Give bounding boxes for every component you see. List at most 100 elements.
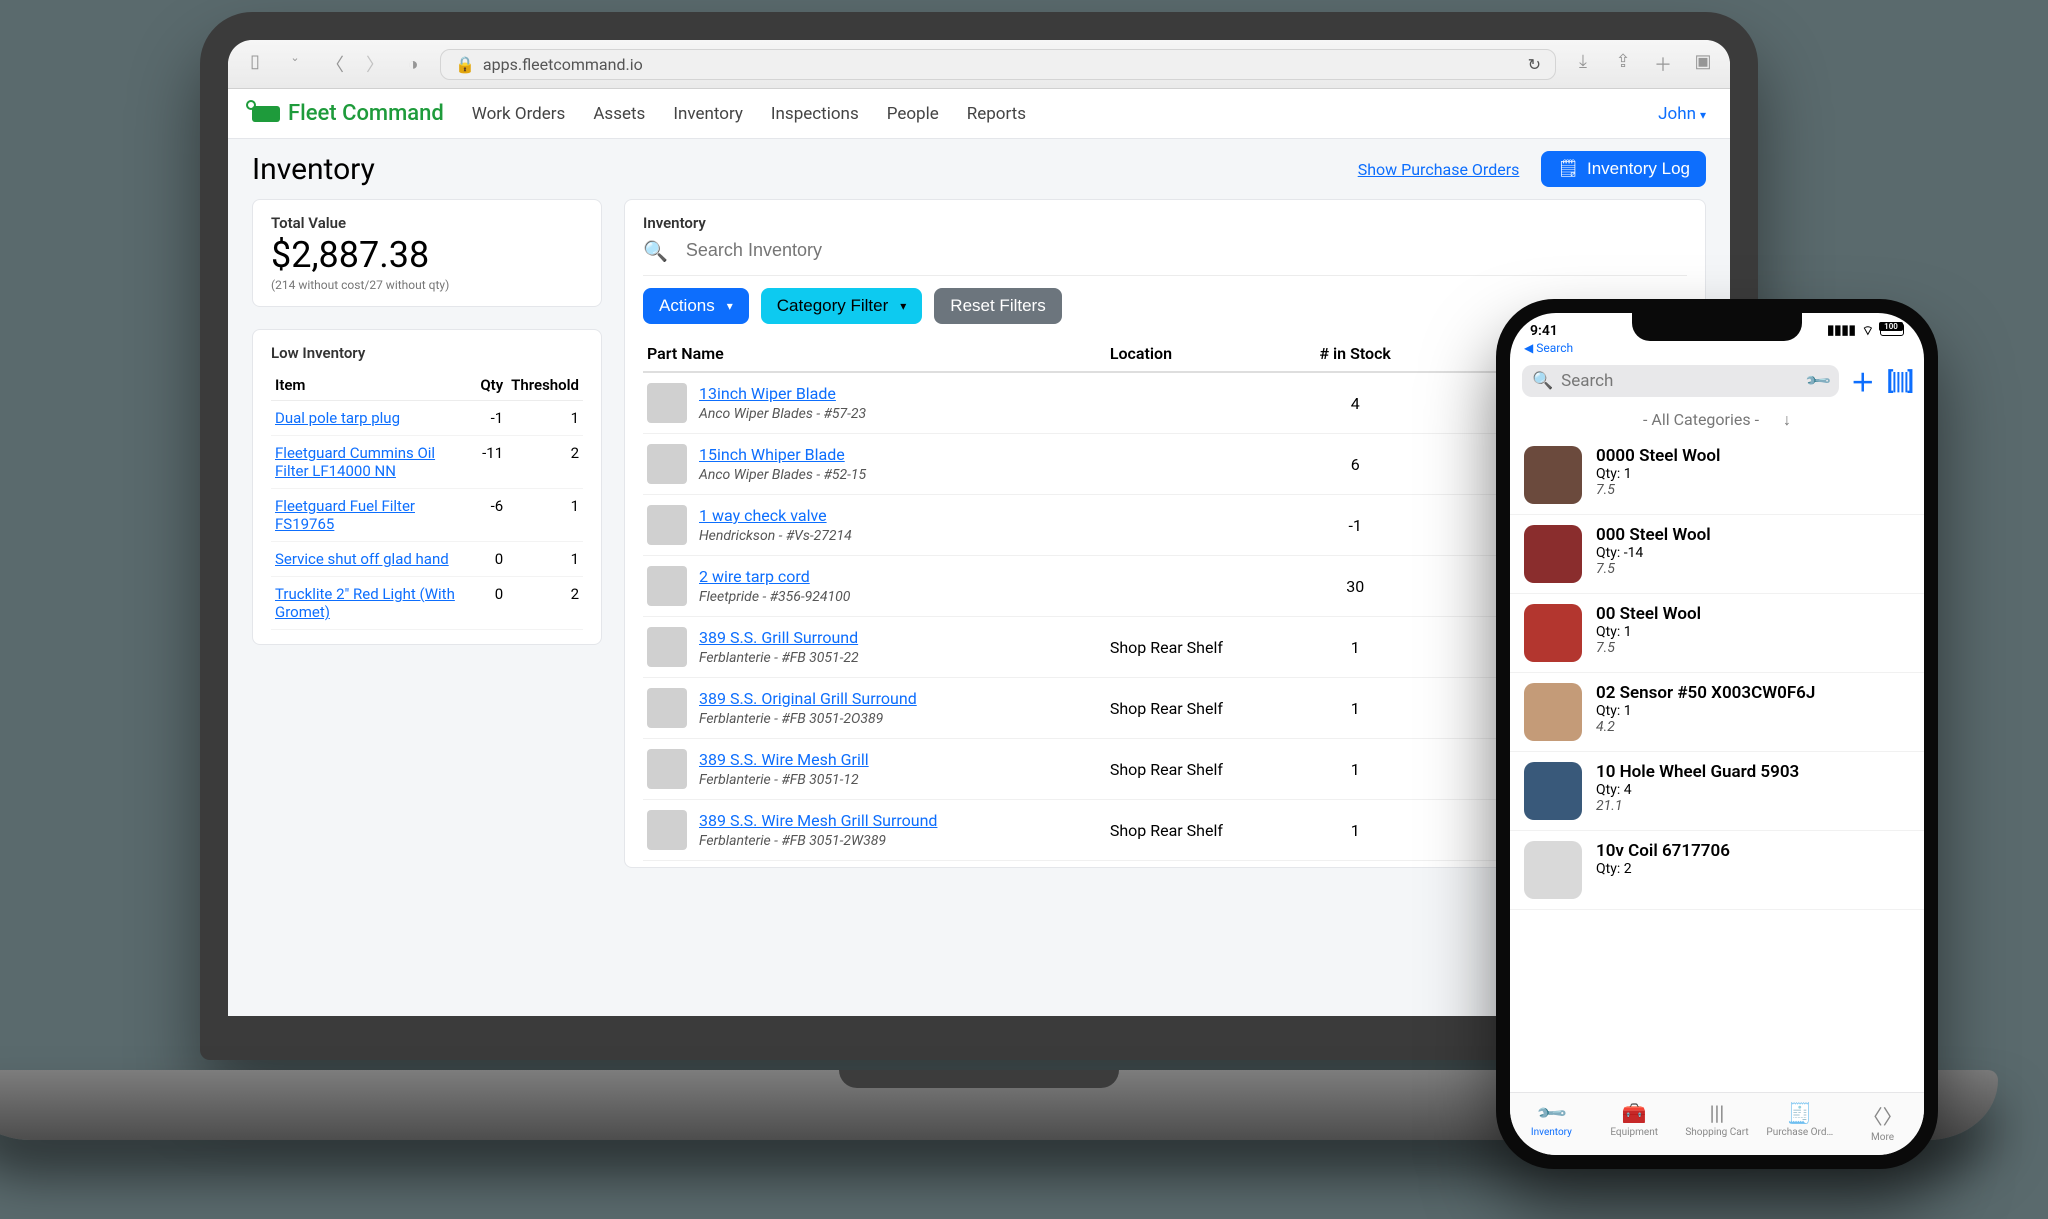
part-name-link[interactable]: 2 wire tarp cord: [699, 567, 810, 586]
nav-work-orders[interactable]: Work Orders: [472, 104, 566, 124]
nav-people[interactable]: People: [887, 104, 939, 124]
add-button[interactable]: ＋: [1851, 363, 1875, 398]
low-inventory-card: Low Inventory Item Qty Threshold Dual po…: [252, 329, 602, 645]
item-price: 21.1: [1596, 798, 1799, 814]
tab-inventory[interactable]: 🔧Inventory: [1514, 1101, 1588, 1143]
item-thumbnail: [1524, 525, 1582, 583]
item-price: 7.5: [1596, 561, 1711, 577]
category-selector[interactable]: - All Categories -: [1643, 410, 1759, 430]
lock-icon: 🔒: [455, 55, 475, 74]
url-bar[interactable]: 🔒 apps.fleetcommand.io ↻: [440, 49, 1556, 80]
low-item-link[interactable]: Fleetguard Fuel Filter FS19765: [275, 497, 415, 533]
item-thumbnail: [1524, 841, 1582, 899]
show-purchase-orders-link[interactable]: Show Purchase Orders: [1358, 160, 1520, 179]
part-thumbnail: [647, 627, 687, 667]
tab-equipment[interactable]: 🧰Equipment: [1597, 1101, 1671, 1143]
part-thumbnail: [647, 444, 687, 484]
list-item[interactable]: 10v Coil 6717706Qty: 2: [1510, 831, 1924, 910]
tab-purchase-orders[interactable]: 🧾Purchase Ord…: [1763, 1101, 1837, 1143]
page-title: Inventory: [252, 152, 375, 187]
app-navbar: Fleet Command Work Orders Assets Invento…: [228, 89, 1730, 139]
sort-icon[interactable]: ↓: [1783, 410, 1791, 430]
back-button[interactable]: ◀ Search: [1510, 339, 1924, 357]
low-th-item: Item: [271, 370, 476, 401]
low-item-link[interactable]: Fleetguard Cummins Oil Filter LF14000 NN: [275, 444, 435, 480]
part-thumbnail: [647, 688, 687, 728]
inv-th-stock: # in Stock: [1294, 336, 1417, 372]
list-item[interactable]: 00 Steel WoolQty: 17.5: [1510, 594, 1924, 673]
item-thumbnail: [1524, 762, 1582, 820]
list-item[interactable]: 0000 Steel WoolQty: 17.5: [1510, 436, 1924, 515]
tab-shopping-cart[interactable]: |||Shopping Cart: [1680, 1101, 1754, 1143]
brand-icon: [252, 106, 280, 122]
user-menu[interactable]: John▾: [1658, 104, 1706, 124]
barcode-icon[interactable]: [||||]: [1887, 367, 1912, 395]
mobile-tabbar: 🔧Inventory 🧰Equipment |||Shopping Cart 🧾…: [1510, 1092, 1924, 1155]
table-row: Dual pole tarp plug-11: [271, 401, 583, 436]
chevron-down-icon[interactable]: ⌄: [284, 51, 306, 77]
item-price: 4.2: [1596, 719, 1815, 735]
inv-th-loc: Location: [1106, 336, 1294, 372]
part-name-link[interactable]: 1 way check valve: [699, 506, 827, 525]
table-row: Fleetguard Fuel Filter FS19765-61: [271, 489, 583, 542]
part-name-link[interactable]: 389 S.S. Wire Mesh Grill: [699, 750, 869, 769]
table-row: Fleetguard Cummins Oil Filter LF14000 NN…: [271, 436, 583, 489]
tabs-icon[interactable]: ▣: [1692, 51, 1714, 77]
invoice-icon: 🧾: [1787, 1101, 1812, 1125]
part-thumbnail: [647, 383, 687, 423]
mobile-search-input[interactable]: 🔍 Search 🔧: [1522, 365, 1839, 397]
low-item-link[interactable]: Service shut off glad hand: [275, 550, 449, 568]
sidebar-toggle-icon[interactable]: ▯: [244, 51, 266, 77]
part-subtitle: Fleetpride - #356-924100: [699, 589, 850, 605]
wrench-icon[interactable]: 🔧: [1808, 371, 1829, 391]
part-name-link[interactable]: 389 S.S. Grill Surround: [699, 628, 858, 647]
download-icon[interactable]: ⤓: [1572, 51, 1594, 77]
list-item[interactable]: 10 Hole Wheel Guard 5903Qty: 421.1: [1510, 752, 1924, 831]
category-filter-button[interactable]: Category Filter▾: [761, 288, 923, 324]
nav-reports[interactable]: Reports: [967, 104, 1026, 124]
tab-more[interactable]: 〈〉More: [1846, 1101, 1920, 1143]
item-thumbnail: [1524, 446, 1582, 504]
total-value-label: Total Value: [271, 214, 583, 232]
brand[interactable]: Fleet Command: [252, 101, 444, 126]
share-icon[interactable]: ⇪: [1612, 51, 1634, 77]
list-item[interactable]: 02 Sensor #50 X003CW0F6JQty: 14.2: [1510, 673, 1924, 752]
safari-chrome: ▯ ⌄ 〈 〉 ◑ 🔒 apps.fleetcommand.io ↻ ⤓ ⇪ ＋…: [228, 40, 1730, 89]
forward-icon[interactable]: 〉: [364, 51, 386, 77]
part-name-link[interactable]: 15inch Whiper Blade: [699, 445, 845, 464]
low-inventory-title: Low Inventory: [271, 344, 583, 362]
actions-button[interactable]: Actions▾: [643, 288, 749, 324]
total-value: $2,887.38: [271, 234, 583, 276]
low-item-link[interactable]: Trucklite 2" Red Light (With Gromet): [275, 585, 455, 621]
low-th-qty: Qty: [476, 370, 507, 401]
table-row: Service shut off glad hand01: [271, 542, 583, 577]
list-item[interactable]: 000 Steel WoolQty: -147.5: [1510, 515, 1924, 594]
brand-text: Fleet Command: [288, 101, 444, 126]
item-name: 000 Steel Wool: [1596, 525, 1711, 545]
item-name: 0000 Steel Wool: [1596, 446, 1720, 466]
barcode-icon: |||: [1710, 1101, 1725, 1125]
search-icon: 🔍: [1532, 371, 1553, 391]
part-thumbnail: [647, 810, 687, 850]
part-name-link[interactable]: 13inch Wiper Blade: [699, 384, 836, 403]
item-name: 02 Sensor #50 X003CW0F6J: [1596, 683, 1815, 703]
total-value-sub: (214 without cost/27 without qty): [271, 278, 583, 292]
back-icon[interactable]: 〈: [324, 51, 346, 77]
part-name-link[interactable]: 389 S.S. Wire Mesh Grill Surround: [699, 811, 937, 830]
part-name-link[interactable]: 389 S.S. Original Grill Surround: [699, 689, 917, 708]
inventory-log-button[interactable]: 🗒 Inventory Log: [1541, 151, 1706, 187]
item-price: 7.5: [1596, 482, 1720, 498]
item-name: 00 Steel Wool: [1596, 604, 1701, 624]
nav-inventory[interactable]: Inventory: [673, 104, 743, 124]
low-item-link[interactable]: Dual pole tarp plug: [275, 409, 400, 427]
refresh-icon[interactable]: ↻: [1528, 55, 1541, 74]
shield-icon[interactable]: ◑: [402, 54, 424, 75]
item-thumbnail: [1524, 683, 1582, 741]
search-input[interactable]: [682, 236, 1687, 265]
reset-filters-button[interactable]: Reset Filters: [934, 288, 1061, 324]
total-value-card: Total Value $2,887.38 (214 without cost/…: [252, 199, 602, 307]
nav-inspections[interactable]: Inspections: [771, 104, 859, 124]
new-tab-icon[interactable]: ＋: [1652, 51, 1674, 77]
nav-assets[interactable]: Assets: [593, 104, 645, 124]
table-row: Trucklite 2" Red Light (With Gromet)02: [271, 577, 583, 630]
